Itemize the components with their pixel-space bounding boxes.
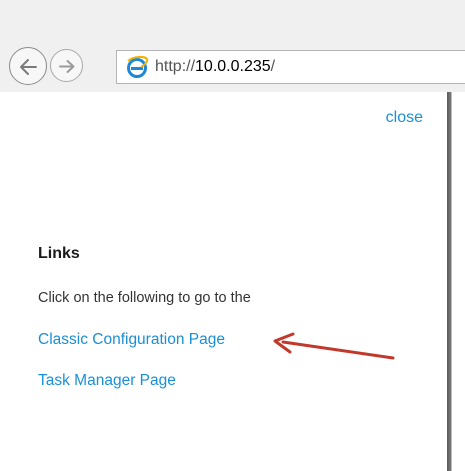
close-link[interactable]: close	[386, 109, 423, 127]
address-bar[interactable]: http://10.0.0.235/	[116, 50, 465, 84]
address-url: http://10.0.0.235/	[155, 58, 275, 76]
page-content: close Links Click on the following to go…	[0, 92, 447, 471]
links-heading: Links	[38, 245, 80, 262]
task-manager-link[interactable]: Task Manager Page	[38, 372, 176, 390]
forward-button[interactable]	[50, 49, 83, 82]
internet-explorer-icon	[127, 55, 149, 78]
page-edge-shadow	[447, 92, 465, 471]
intro-text: Click on the following to go to the	[38, 290, 251, 306]
back-button[interactable]	[9, 47, 47, 85]
annotation-arrow-icon	[273, 332, 395, 360]
browser-toolbar: http://10.0.0.235/	[0, 0, 465, 92]
url-path: /	[270, 58, 276, 75]
annotation-arrow-shaft	[281, 340, 395, 360]
url-scheme: http://	[155, 58, 196, 75]
url-host: 10.0.0.235	[195, 58, 271, 75]
back-arrow-icon	[20, 59, 37, 75]
classic-configuration-link[interactable]: Classic Configuration Page	[38, 331, 225, 349]
forward-arrow-icon	[59, 60, 75, 73]
